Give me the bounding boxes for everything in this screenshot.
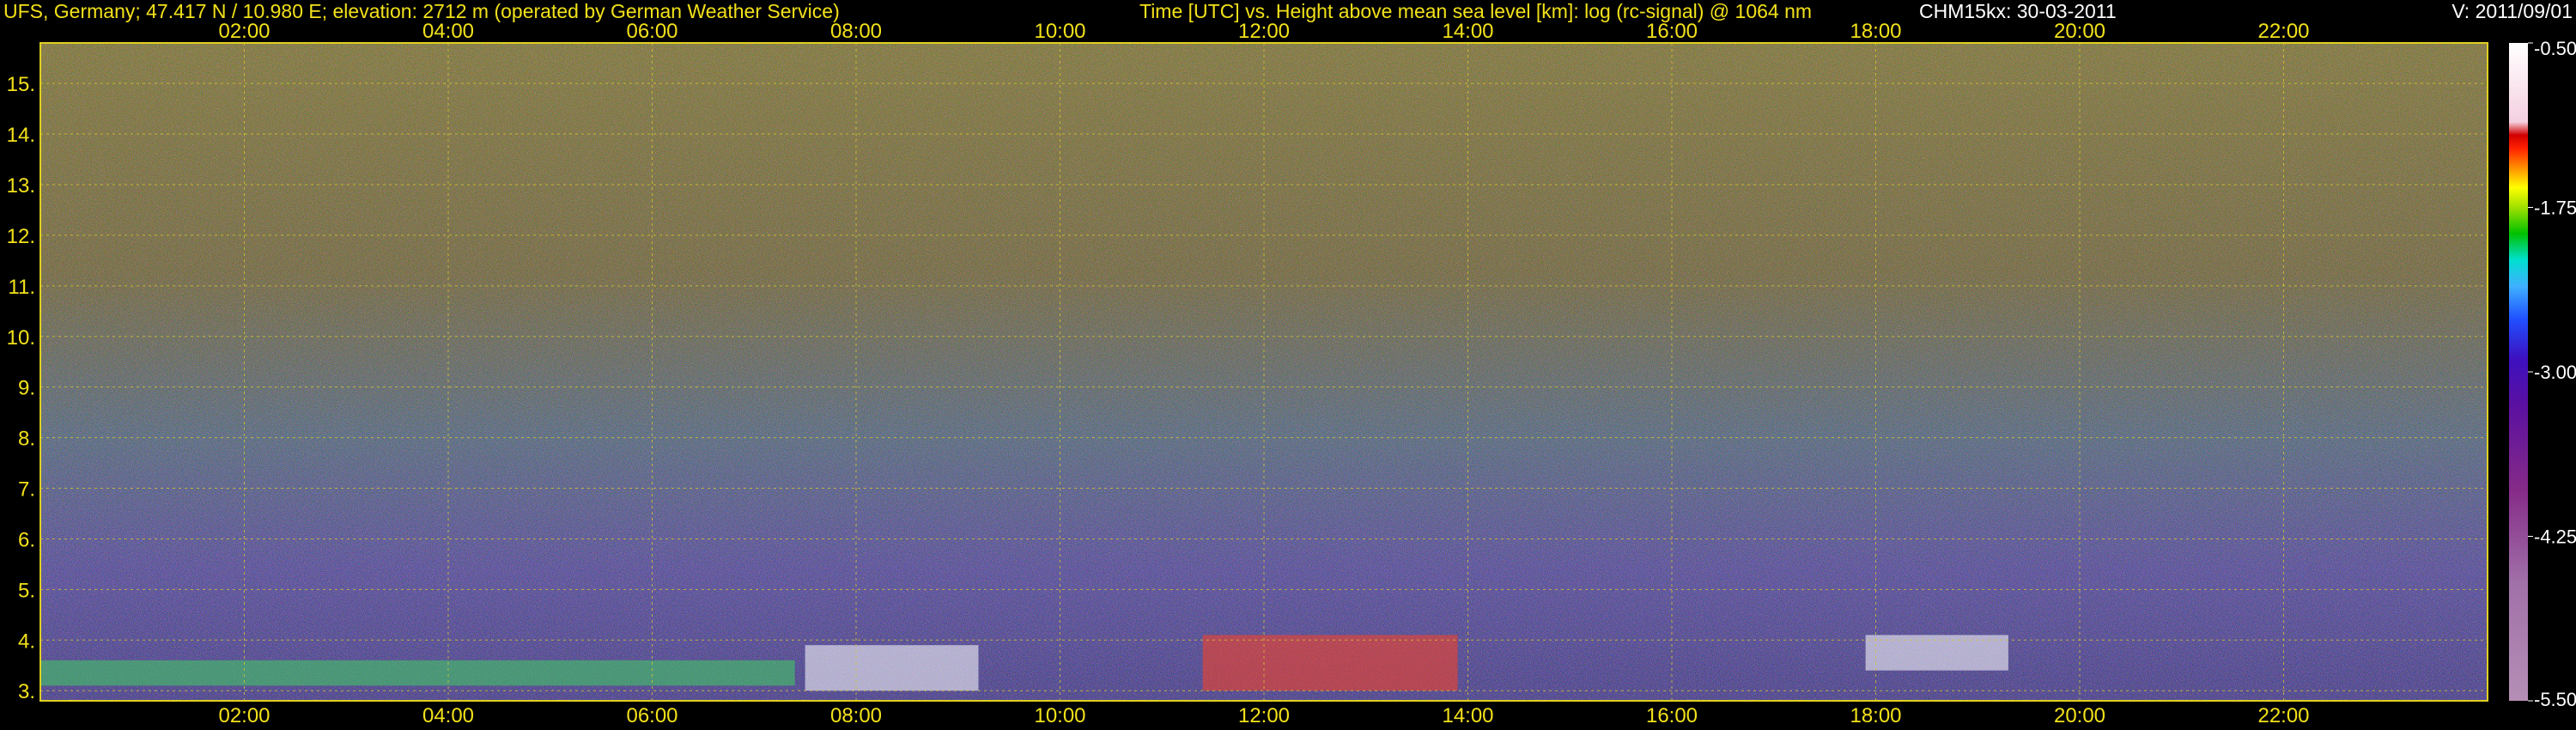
colorbar: -0.50 -1.75 -3.00 -4.25 -5.50 (2509, 38, 2576, 710)
x-tick-top-5: 12:00 (1238, 20, 1290, 43)
colorbar-ticks: -0.50 -1.75 -3.00 -4.25 -5.50 (2528, 38, 2576, 710)
colorbar-tick-0: -0.50 (2534, 38, 2576, 59)
x-tick-bottom-0: 02:00 (218, 704, 270, 727)
x-tick-top-8: 18:00 (1850, 20, 1901, 43)
colorbar-tick-1: -1.75 (2534, 198, 2576, 219)
x-tick-top-1: 04:00 (422, 20, 474, 43)
layer-1 (805, 645, 979, 691)
colorbar-tick-2: -3.00 (2534, 362, 2576, 383)
station-info: UFS, Germany; 47.417 N / 10.980 E; eleva… (3, 0, 840, 22)
layer-0 (40, 660, 795, 686)
y-tick-2: 5. (18, 579, 35, 602)
y-tick-0: 3. (18, 680, 35, 703)
y-tick-10: 13. (7, 174, 35, 198)
x-tick-top-9: 20:00 (2054, 20, 2105, 43)
x-tick-bottom-6: 14:00 (1442, 704, 1493, 727)
y-tick-1: 4. (18, 630, 35, 653)
plot-area (39, 42, 2488, 702)
x-tick-bottom-9: 20:00 (2054, 704, 2105, 727)
x-tick-top-4: 10:00 (1034, 20, 1085, 43)
y-tick-3: 6. (18, 528, 35, 551)
x-tick-top-0: 02:00 (218, 20, 270, 43)
colorbar-scale (2509, 43, 2528, 701)
x-tick-bottom-2: 06:00 (626, 704, 677, 727)
x-tick-bottom-8: 18:00 (1850, 704, 1901, 727)
x-axis-top: 02:00 04:00 06:00 08:00 10:00 12:00 14:00 16:00… (218, 20, 2309, 43)
y-tick-8: 11. (8, 276, 35, 299)
x-tick-top-6: 14:00 (1442, 20, 1493, 43)
x-tick-top-3: 08:00 (830, 20, 882, 43)
ceilometer-chart: UFS, Germany; 47.417 N / 10.980 E; eleva… (3, 0, 2576, 727)
y-tick-11: 14. (7, 124, 35, 147)
x-tick-top-10: 22:00 (2257, 20, 2309, 43)
colorbar-tick-3: -4.25 (2534, 526, 2576, 548)
x-tick-bottom-10: 22:00 (2257, 704, 2309, 727)
y-axis: 3. 4. 5. 6. 7. 8. 9. 10. 11. 12. 13. 14. 15. (7, 73, 35, 703)
x-tick-bottom-1: 04:00 (422, 704, 474, 727)
x-tick-bottom-4: 10:00 (1034, 704, 1085, 727)
y-tick-5: 8. (18, 428, 35, 451)
version-label: V: 2011/09/01 (2451, 0, 2573, 22)
x-tick-top-2: 06:00 (626, 20, 677, 43)
y-tick-6: 9. (18, 377, 35, 400)
colorbar-tick-4: -5.50 (2534, 689, 2576, 710)
y-tick-9: 12. (7, 225, 35, 248)
x-tick-bottom-3: 08:00 (830, 704, 882, 727)
y-tick-4: 7. (18, 478, 35, 502)
x-tick-bottom-7: 16:00 (1646, 704, 1698, 727)
x-tick-top-7: 16:00 (1646, 20, 1698, 43)
y-tick-7: 10. (7, 326, 35, 350)
x-tick-bottom-5: 12:00 (1238, 704, 1290, 727)
x-axis-bottom: 02:00 04:00 06:00 08:00 10:00 12:00 14:00 16:00… (218, 704, 2309, 727)
layer-2 (1202, 635, 1458, 691)
y-tick-12: 15. (7, 73, 35, 96)
